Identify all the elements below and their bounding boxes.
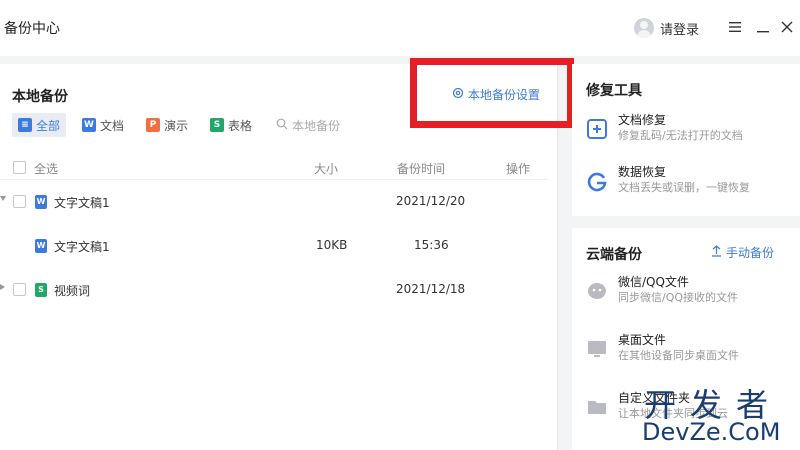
watermark: 开发者 DevZe.CoM bbox=[642, 380, 800, 450]
table-row[interactable]: S 视频词 2021/12/18 bbox=[0, 268, 548, 312]
filter-writer[interactable]: W 文档 bbox=[76, 113, 130, 137]
table-row[interactable]: W 文字文稿1 2021/12/20 bbox=[0, 180, 548, 224]
data-recovery-icon bbox=[586, 170, 608, 192]
row-checkbox[interactable] bbox=[13, 195, 26, 208]
file-name: 文字文稿1 bbox=[54, 240, 110, 254]
writer-icon: W bbox=[82, 118, 97, 132]
backup-table: 全选 大小 备份时间 操作 W 文字文稿1 2021/12/20 W 文字文稿1… bbox=[0, 156, 548, 312]
item-desc: 同步微信/QQ接收的文件 bbox=[618, 291, 739, 304]
tool-name[interactable]: 数据恢复 bbox=[618, 164, 750, 180]
select-all-checkbox[interactable] bbox=[13, 161, 26, 174]
avatar[interactable] bbox=[634, 18, 654, 38]
window-title: 备份中心 bbox=[4, 21, 60, 37]
cloud-backup-title: 云端备份 bbox=[586, 247, 642, 263]
manual-backup-label[interactable]: 手动备份 bbox=[726, 244, 774, 261]
table-row[interactable]: W 文字文稿1 10KB 15:36 bbox=[0, 224, 548, 268]
repair-tools-card: 修复工具 文档修复 修复乱码/无法打开的文档 数据恢复 文档丢失或误删，一键恢复 bbox=[572, 64, 800, 216]
all-icon: ≡ bbox=[18, 118, 32, 132]
chat-icon bbox=[586, 280, 608, 302]
table-header: 全选 大小 备份时间 操作 bbox=[0, 156, 548, 180]
column-size: 大小 bbox=[314, 162, 339, 176]
filter-bar: ≡ 全部 W 文档 P 演示 S 表格 本地备份 bbox=[12, 112, 340, 138]
filter-all[interactable]: ≡ 全部 bbox=[12, 113, 67, 137]
file-name: 文字文稿1 bbox=[54, 196, 110, 210]
column-actions: 操作 bbox=[506, 162, 531, 176]
spreadsheet-file-icon: S bbox=[35, 283, 47, 297]
select-all-label: 全选 bbox=[34, 162, 59, 176]
filter-presentation[interactable]: P 演示 bbox=[140, 113, 194, 137]
filter-spreadsheet[interactable]: S 表格 bbox=[204, 113, 258, 137]
local-backup-title: 本地备份 bbox=[12, 89, 68, 105]
menu-icon[interactable] bbox=[724, 16, 746, 38]
search-placeholder[interactable]: 本地备份 bbox=[292, 117, 340, 134]
upload-icon bbox=[711, 245, 722, 260]
filter-spreadsheet-label[interactable]: 表格 bbox=[228, 117, 252, 134]
cloud-backup-item[interactable]: 微信/QQ文件 同步微信/QQ接收的文件 bbox=[586, 274, 738, 306]
writer-file-icon: W bbox=[35, 195, 47, 209]
highlight-box bbox=[410, 58, 574, 128]
item-desc: 在其他设备同步桌面文件 bbox=[618, 349, 739, 362]
row-checkbox[interactable] bbox=[13, 283, 26, 296]
desktop-icon bbox=[586, 338, 608, 360]
backup-time: 2021/12/18 bbox=[396, 282, 466, 296]
login-label[interactable]: 请登录 bbox=[660, 19, 699, 38]
repair-tool-item[interactable]: 数据恢复 文档丢失或误删，一键恢复 bbox=[586, 164, 750, 196]
minimize-icon[interactable] bbox=[752, 16, 774, 38]
writer-file-icon: W bbox=[35, 239, 47, 253]
search-input[interactable]: 本地备份 bbox=[276, 117, 340, 134]
presentation-icon: P bbox=[146, 118, 161, 132]
watermark-bottom-text: DevZe.CoM bbox=[642, 418, 781, 446]
tool-desc: 文档丢失或误删，一键恢复 bbox=[618, 181, 750, 194]
repair-tools-title: 修复工具 bbox=[586, 83, 642, 99]
tool-name[interactable]: 文档修复 bbox=[618, 112, 743, 128]
document-repair-icon bbox=[586, 118, 608, 140]
item-name[interactable]: 微信/QQ文件 bbox=[618, 274, 738, 290]
search-icon bbox=[276, 118, 288, 133]
close-icon[interactable] bbox=[776, 16, 798, 38]
spreadsheet-icon: S bbox=[210, 118, 225, 132]
collapse-arrow-icon[interactable] bbox=[0, 196, 6, 201]
filter-writer-label[interactable]: 文档 bbox=[100, 117, 124, 134]
backup-time: 15:36 bbox=[414, 238, 449, 252]
login-area[interactable]: 请登录 bbox=[634, 18, 699, 38]
folder-icon bbox=[586, 396, 608, 418]
filter-all-label[interactable]: 全部 bbox=[36, 117, 60, 134]
tool-desc: 修复乱码/无法打开的文档 bbox=[618, 129, 743, 142]
title-bar: 备份中心 请登录 bbox=[0, 0, 800, 56]
local-backup-panel: 本地备份 本地备份设置 ≡ 全部 W 文档 P 演示 S 表格 本地备份 全选 … bbox=[0, 58, 574, 450]
filter-presentation-label[interactable]: 演示 bbox=[164, 117, 188, 134]
cloud-backup-item[interactable]: 桌面文件 在其他设备同步桌面文件 bbox=[586, 332, 739, 364]
repair-tool-item[interactable]: 文档修复 修复乱码/无法打开的文档 bbox=[586, 112, 743, 144]
backup-time: 2021/12/20 bbox=[396, 194, 466, 208]
column-time: 备份时间 bbox=[397, 162, 446, 176]
expand-arrow-icon[interactable] bbox=[0, 284, 5, 290]
manual-backup-button[interactable]: 手动备份 bbox=[711, 244, 774, 261]
file-name: 视频词 bbox=[54, 284, 91, 298]
file-size: 10KB bbox=[316, 238, 348, 252]
item-name[interactable]: 桌面文件 bbox=[618, 332, 739, 348]
